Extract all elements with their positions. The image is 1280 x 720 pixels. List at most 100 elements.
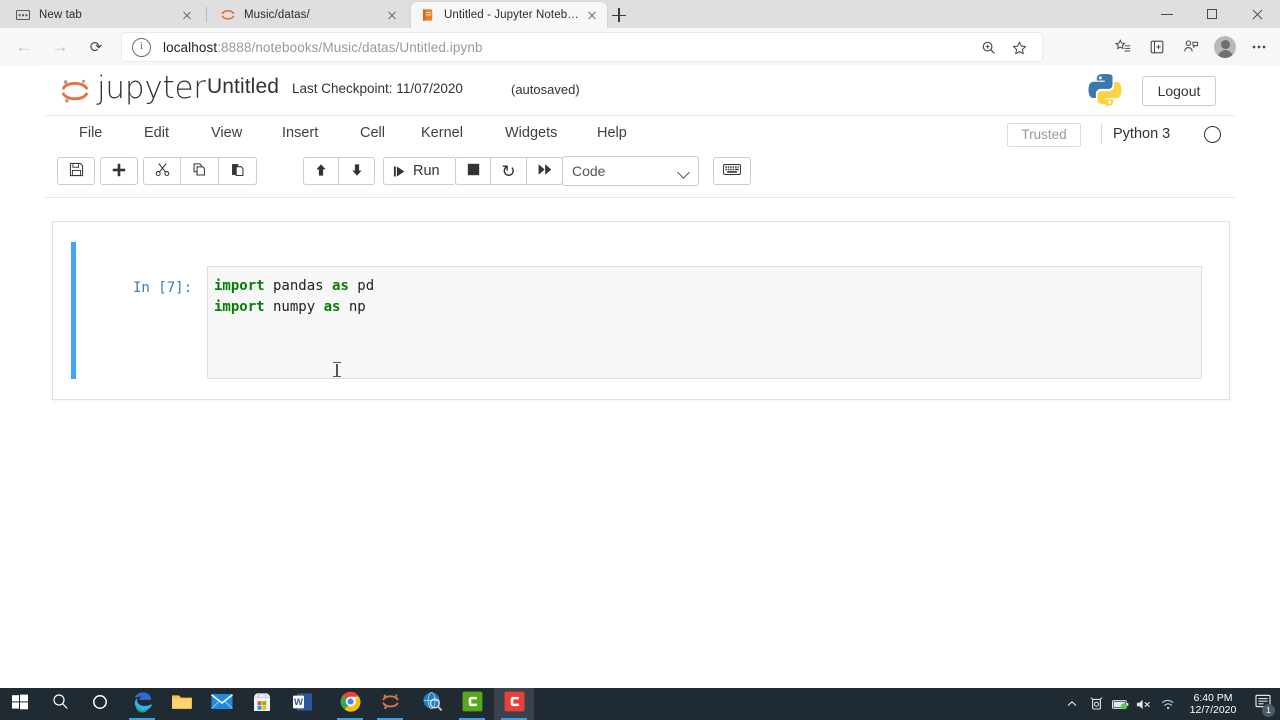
close-icon[interactable] — [177, 5, 197, 25]
wifi-icon[interactable] — [1156, 688, 1180, 720]
jupyter-taskbar-icon[interactable] — [370, 688, 410, 720]
menu-edit[interactable]: Edit — [134, 116, 179, 151]
url-host: localhost — [163, 39, 218, 55]
device-icon[interactable] — [1084, 688, 1108, 720]
minimize-button[interactable] — [1145, 0, 1190, 28]
search-icon — [52, 693, 69, 715]
move-cell-down-button[interactable] — [339, 157, 375, 185]
notebook-favicon — [420, 7, 436, 23]
last-checkpoint-label: Last Checkpoint: 11/07/2020 — [292, 81, 463, 96]
plus-icon — [112, 163, 126, 180]
trusted-badge[interactable]: Trusted — [1007, 123, 1081, 147]
chevron-up-icon[interactable] — [1060, 688, 1084, 720]
notifications-button[interactable]: 1 — [1246, 688, 1280, 720]
restart-kernel-button[interactable]: ↻ — [491, 157, 527, 185]
taskbar-clock[interactable]: 6:40 PM 12/7/2020 — [1180, 688, 1246, 720]
system-tray: 6:40 PM 12/7/2020 1 — [1060, 688, 1280, 720]
interrupt-kernel-button[interactable] — [455, 157, 491, 185]
fast-forward-icon — [538, 163, 552, 179]
menu-view[interactable]: View — [201, 116, 252, 151]
save-button[interactable] — [57, 157, 95, 185]
restart-icon: ↻ — [501, 161, 516, 181]
keyboard-icon — [723, 163, 741, 179]
browser-tab-untitled-jupyter-notebook[interactable]: Untitled - Jupyter Notebook — [411, 2, 607, 28]
kernel-idle-icon[interactable] — [1204, 126, 1221, 143]
menu-cell[interactable]: Cell — [350, 116, 395, 151]
omnibox-actions — [974, 37, 1034, 59]
word-icon[interactable]: W — [282, 688, 322, 720]
file-explorer-icon[interactable] — [162, 688, 202, 720]
menu-insert[interactable]: Insert — [272, 116, 328, 151]
move-cell-up-button[interactable] — [303, 157, 339, 185]
profile-avatar-icon[interactable] — [1208, 31, 1242, 63]
collections-icon[interactable] — [1140, 31, 1174, 63]
restart-run-all-button[interactable] — [527, 157, 563, 185]
close-icon[interactable] — [582, 5, 602, 25]
paste-cell-button[interactable] — [219, 157, 257, 185]
close-icon[interactable] — [382, 5, 402, 25]
browser-tab-music-datas[interactable]: Music/datas/ — [211, 2, 407, 28]
menu-file[interactable]: File — [69, 116, 112, 151]
notebook-cell[interactable]: In [7]: import pandas as pd import numpy… — [71, 242, 1211, 379]
insert-cell-button[interactable] — [100, 157, 138, 185]
reload-icon[interactable]: ⟳ — [80, 31, 112, 63]
screen: New tab Music/datas/ Untitled - Jupyter … — [0, 0, 1280, 720]
browser-essentials-icon[interactable] — [1174, 31, 1208, 63]
microsoft-store-icon[interactable] — [242, 688, 282, 720]
green-c-icon — [462, 691, 483, 717]
new-tab-button[interactable] — [608, 5, 630, 25]
globe-search-icon[interactable] — [412, 688, 452, 720]
browser-chrome: New tab Music/datas/ Untitled - Jupyter … — [0, 0, 1280, 66]
menu-help[interactable]: Help — [587, 116, 637, 151]
browser-tab-new-tab[interactable]: New tab — [6, 2, 202, 28]
start-button[interactable] — [0, 688, 40, 720]
volume-muted-icon[interactable] — [1132, 688, 1156, 720]
site-info-icon[interactable]: i — [132, 37, 151, 57]
copy-cell-button[interactable] — [181, 157, 219, 185]
close-window-button[interactable] — [1235, 0, 1280, 28]
kernel-indicator-name: Python 3 — [1113, 126, 1171, 142]
run-cell-button[interactable]: Run — [383, 157, 456, 185]
maximize-button[interactable] — [1190, 0, 1235, 28]
cortana-circle-icon — [92, 694, 108, 715]
code-token: pandas — [264, 278, 333, 294]
camtasia-icon[interactable] — [452, 688, 492, 720]
recorder-icon[interactable] — [494, 688, 534, 720]
jupyter-favicon — [220, 7, 236, 23]
open-command-palette-button[interactable] — [713, 157, 751, 185]
notebook-name[interactable]: Untitled — [207, 75, 279, 99]
zoom-icon[interactable] — [974, 37, 1004, 59]
envelope-icon — [211, 693, 233, 715]
arrow-up-icon — [314, 163, 328, 180]
favorites-bar-icon[interactable] — [1106, 31, 1140, 63]
cell-type-select[interactable]: Code — [562, 156, 699, 186]
jupyter-wordmark: jupyter — [97, 70, 206, 106]
tab-strip: New tab Music/datas/ Untitled - Jupyter … — [0, 0, 1280, 28]
tab-title: New tab — [39, 9, 82, 21]
jupyter-logo[interactable] — [58, 74, 92, 108]
settings-more-icon[interactable] — [1242, 31, 1276, 63]
battery-icon[interactable] — [1108, 688, 1132, 720]
store-bag-icon — [252, 692, 272, 717]
menu-widgets[interactable]: Widgets — [495, 116, 567, 151]
mail-icon[interactable] — [202, 688, 242, 720]
favorite-star-icon[interactable] — [1004, 37, 1034, 59]
page-content: jupyter Untitled Last Checkpoint: 11/07/… — [0, 66, 1280, 688]
back-arrow-icon[interactable]: ← — [8, 31, 40, 63]
logout-button[interactable]: Logout — [1142, 76, 1216, 106]
code-token: as — [332, 278, 349, 294]
address-bar[interactable]: i localhost:8888/notebooks/Music/datas/U… — [122, 33, 1042, 61]
clock-date: 12/7/2020 — [1189, 704, 1237, 716]
menu-kernel[interactable]: Kernel — [411, 116, 473, 151]
code-line-2: import numpy as np — [208, 297, 1201, 318]
cut-cell-button[interactable] — [143, 157, 181, 185]
chrome-icon[interactable] — [330, 688, 370, 720]
browser-toolbar-right — [1106, 31, 1276, 63]
cell-code-editor[interactable]: import pandas as pd import numpy as np — [207, 266, 1202, 379]
search-button[interactable] — [40, 688, 80, 720]
cortana-button[interactable] — [80, 688, 120, 720]
notification-count-badge: 1 — [1262, 704, 1275, 717]
forward-arrow-icon[interactable]: → — [44, 31, 76, 63]
edge-taskbar-icon[interactable] — [122, 688, 162, 720]
stop-square-icon — [467, 163, 480, 179]
